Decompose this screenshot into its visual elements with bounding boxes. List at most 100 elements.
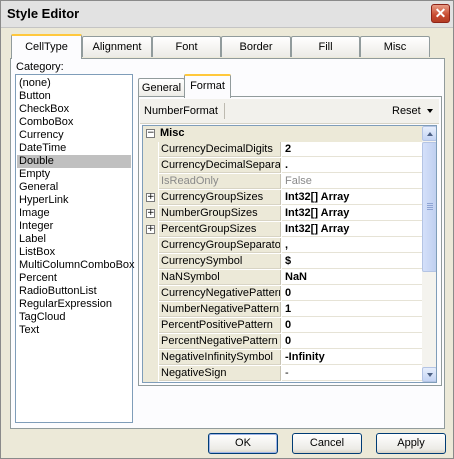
expand-icon[interactable]: + [146,225,155,234]
tab-border[interactable]: Border [221,36,291,57]
category-item[interactable]: (none) [17,77,131,90]
property-name: PercentPositivePattern [159,318,281,333]
apply-button[interactable]: Apply [376,433,446,454]
property-row[interactable]: + CurrencyGroupSizes Int32[] Array [143,190,422,206]
property-row[interactable]: PercentPositivePattern 0 [143,318,422,334]
property-name: NegativeSign [159,366,281,381]
category-item[interactable]: DateTime [17,142,131,155]
property-row[interactable]: IsReadOnly False [143,174,422,190]
category-item[interactable]: Label [17,233,131,246]
property-name: IsReadOnly [159,174,281,189]
property-row[interactable]: NaNSymbol NaN [143,270,422,286]
property-row[interactable]: CurrencyNegativePattern 0 [143,286,422,302]
row-gutter [143,270,158,286]
scroll-thumb[interactable] [422,142,436,272]
scroll-up-button[interactable] [422,126,436,141]
row-gutter [143,142,158,158]
property-name: CurrencyGroupSeparator [159,238,281,253]
property-row[interactable]: + NumberGroupSizes Int32[] Array [143,206,422,222]
row-gutter [143,334,158,350]
category-item[interactable]: Button [17,90,131,103]
tab-font[interactable]: Font [152,36,221,57]
tab-format[interactable]: Format [184,74,231,98]
property-row[interactable]: + PercentGroupSizes Int32[] Array [143,222,422,238]
property-row[interactable]: NumberNegativePattern 1 [143,302,422,318]
row-gutter [143,286,158,302]
property-name: CurrencySymbol [159,254,281,269]
property-value[interactable]: Int32[] Array [282,190,422,205]
property-row[interactable]: CurrencyDecimalDigits 2 [143,142,422,158]
expand-icon[interactable]: + [146,193,155,202]
tab-alignment[interactable]: Alignment [82,36,152,57]
property-row[interactable]: NegativeInfinitySymbol -Infinity [143,350,422,366]
property-row[interactable]: PercentNegativePattern 0 [143,334,422,350]
reset-button[interactable]: Reset [392,105,421,117]
property-value[interactable]: -Infinity [282,350,422,365]
collapse-icon[interactable]: − [146,129,155,138]
row-gutter: + [143,206,158,222]
property-grid[interactable]: − Misc CurrencyDecimalDigits 2 CurrencyDec… [142,125,437,383]
grip-line [427,209,433,210]
property-name: CurrencyGroupSizes [159,190,281,205]
category-item[interactable]: TagCloud [17,311,131,324]
property-row[interactable]: CurrencyGroupSeparator, [143,238,422,254]
property-row[interactable]: CurrencyDecimalSeparator. [143,158,422,174]
row-gutter [143,318,158,334]
close-button[interactable]: ✕ [431,4,450,23]
cancel-button[interactable]: Cancel [292,433,362,454]
property-value[interactable]: , [282,238,422,253]
tab-celltype[interactable]: CellType [11,34,82,59]
category-item[interactable]: Currency [17,129,131,142]
close-icon: ✕ [434,5,447,21]
grid-category-row[interactable]: − Misc [143,126,422,142]
property-value[interactable]: Int32[] Array [282,222,422,237]
ok-button[interactable]: OK [208,433,278,454]
category-item[interactable]: Image [17,207,131,220]
dropdown-arrow-icon[interactable] [427,109,433,113]
property-value[interactable]: - [282,366,422,381]
property-value[interactable]: 0 [282,318,422,333]
scroll-down-button[interactable] [422,367,436,382]
tab-misc[interactable]: Misc [360,36,430,57]
category-item[interactable]: ComboBox [17,116,131,129]
category-list[interactable]: (none) Button CheckBox ComboBox Currency… [15,74,135,423]
property-name: PercentGroupSizes [159,222,281,237]
category-item[interactable]: Percent [17,272,131,285]
category-item[interactable]: Empty [17,168,131,181]
category-item[interactable]: RadioButtonList [17,285,131,298]
toolbar-separator [224,103,225,119]
property-value[interactable]: 1 [282,302,422,317]
property-name: CurrencyDecimalDigits [159,142,281,157]
vertical-scrollbar[interactable] [422,126,436,382]
tab-general[interactable]: General [138,78,185,97]
property-value[interactable]: False [282,174,422,189]
category-item[interactable]: HyperLink [17,194,131,207]
category-item[interactable]: General [17,181,131,194]
category-item[interactable]: RegularExpression [17,298,131,311]
property-value[interactable]: 0 [282,334,422,349]
category-item[interactable]: Integer [17,220,131,233]
property-name: NumberNegativePattern [159,302,281,317]
title-bar: Style Editor ✕ [1,1,453,28]
category-item[interactable]: Text [17,324,131,337]
expand-icon[interactable]: + [146,209,155,218]
property-value[interactable]: $ [282,254,422,269]
property-value[interactable]: Int32[] Array [282,206,422,221]
property-value[interactable]: NaN [282,270,422,285]
category-item-selected[interactable]: Double [17,155,131,168]
property-value[interactable]: 2 [282,142,422,157]
property-value[interactable]: 0 [282,286,422,301]
row-gutter [143,366,158,382]
number-format-label: NumberFormat [144,105,218,117]
category-item[interactable]: ListBox [17,246,131,259]
category-item[interactable]: MultiColumnComboBox [17,259,135,272]
style-editor-window: Style Editor ✕ CellType Alignment Font B… [0,0,454,459]
property-name: PercentNegativePattern [159,334,281,349]
tab-fill[interactable]: Fill [291,36,360,57]
property-value[interactable]: . [282,158,422,173]
arrow-down-icon [427,373,433,377]
property-row[interactable]: CurrencySymbol $ [143,254,422,270]
category-item[interactable]: CheckBox [17,103,131,116]
row-gutter [143,174,158,190]
property-row[interactable]: NegativeSign - [143,366,422,382]
